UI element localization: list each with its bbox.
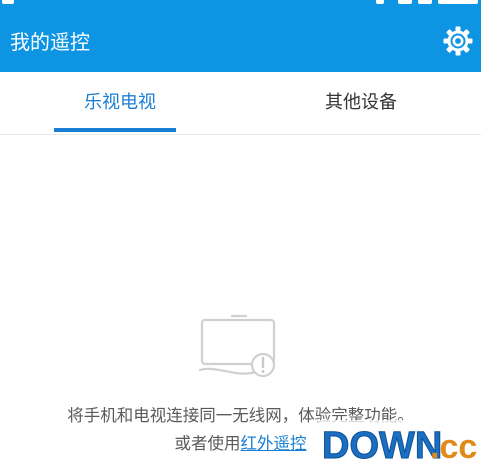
ir-remote-link[interactable]: 红外遥控	[241, 434, 307, 453]
down-cc-watermark: DOWN .cc	[318, 420, 481, 468]
watermark-text-suffix: .cc	[430, 428, 477, 466]
active-tab-indicator	[54, 128, 176, 132]
wifi-icon	[398, 0, 412, 4]
watermark-text-main: DOWN	[322, 425, 442, 467]
status-icon	[2, 0, 14, 4]
ir-hint-prefix: 或者使用	[174, 434, 241, 453]
remote-screen: 我的遥控 乐视电视 其他设备 将手机和电视连接同一无线网，体验完整功能。 或者使…	[0, 0, 481, 468]
tab-other-devices[interactable]: 其他设备	[241, 72, 481, 134]
battery-icon	[418, 0, 432, 4]
signal-icon	[376, 0, 384, 4]
device-tabs: 乐视电视 其他设备	[0, 72, 481, 135]
gear-icon	[443, 26, 473, 56]
app-bar: 我的遥控	[0, 0, 481, 72]
tab-letv[interactable]: 乐视电视	[0, 72, 240, 134]
page-title: 我的遥控	[10, 30, 90, 54]
status-bar	[0, 0, 481, 6]
settings-button[interactable]	[442, 25, 474, 57]
tv-disconnected-icon	[198, 314, 276, 378]
clock-indicator	[438, 0, 478, 4]
